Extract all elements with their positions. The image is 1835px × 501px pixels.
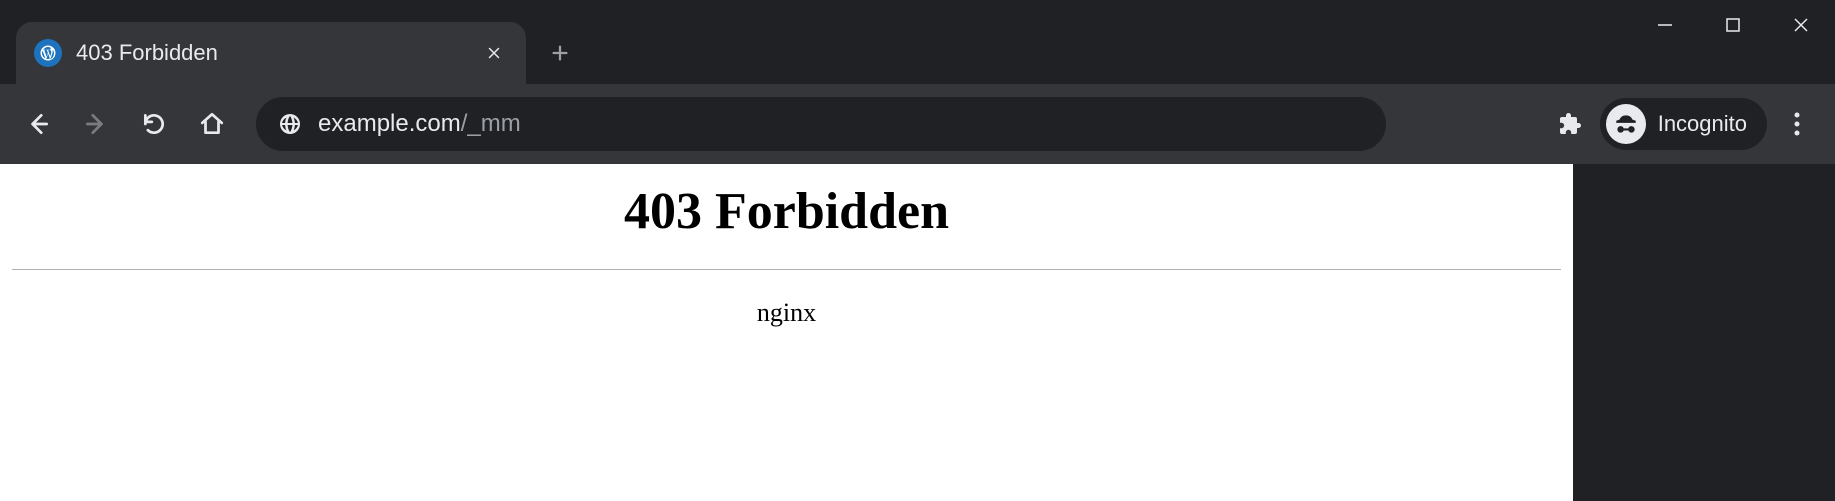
url-display: example.com/_mm — [318, 110, 521, 138]
divider — [12, 269, 1561, 270]
server-signature: nginx — [0, 298, 1573, 328]
maximize-button[interactable] — [1699, 0, 1767, 50]
reload-button[interactable] — [130, 100, 178, 148]
browser-toolbar: example.com/_mm Incognito — [0, 84, 1835, 164]
incognito-icon — [1606, 104, 1646, 144]
address-bar[interactable]: example.com/_mm — [256, 97, 1386, 151]
forward-button[interactable] — [72, 100, 120, 148]
browser-menu-button[interactable] — [1773, 100, 1821, 148]
close-tab-button[interactable] — [480, 39, 508, 67]
close-window-button[interactable] — [1767, 0, 1835, 50]
window-controls — [1631, 0, 1835, 50]
minimize-button[interactable] — [1631, 0, 1699, 50]
toolbar-right-actions: Incognito — [1546, 98, 1821, 150]
incognito-label: Incognito — [1658, 111, 1747, 137]
wordpress-favicon — [34, 39, 62, 67]
browser-titlebar: 403 Forbidden — [0, 0, 1835, 84]
back-button[interactable] — [14, 100, 62, 148]
extensions-button[interactable] — [1546, 100, 1594, 148]
site-info-icon[interactable] — [278, 112, 302, 136]
url-host: example.com — [318, 110, 461, 137]
new-tab-button[interactable] — [538, 31, 582, 75]
tab-title: 403 Forbidden — [76, 40, 466, 66]
page-content: 403 Forbidden nginx — [0, 164, 1573, 501]
error-heading: 403 Forbidden — [0, 182, 1573, 241]
active-tab[interactable]: 403 Forbidden — [16, 22, 526, 84]
url-path: /_mm — [461, 110, 521, 137]
home-button[interactable] — [188, 100, 236, 148]
incognito-indicator[interactable]: Incognito — [1600, 98, 1767, 150]
